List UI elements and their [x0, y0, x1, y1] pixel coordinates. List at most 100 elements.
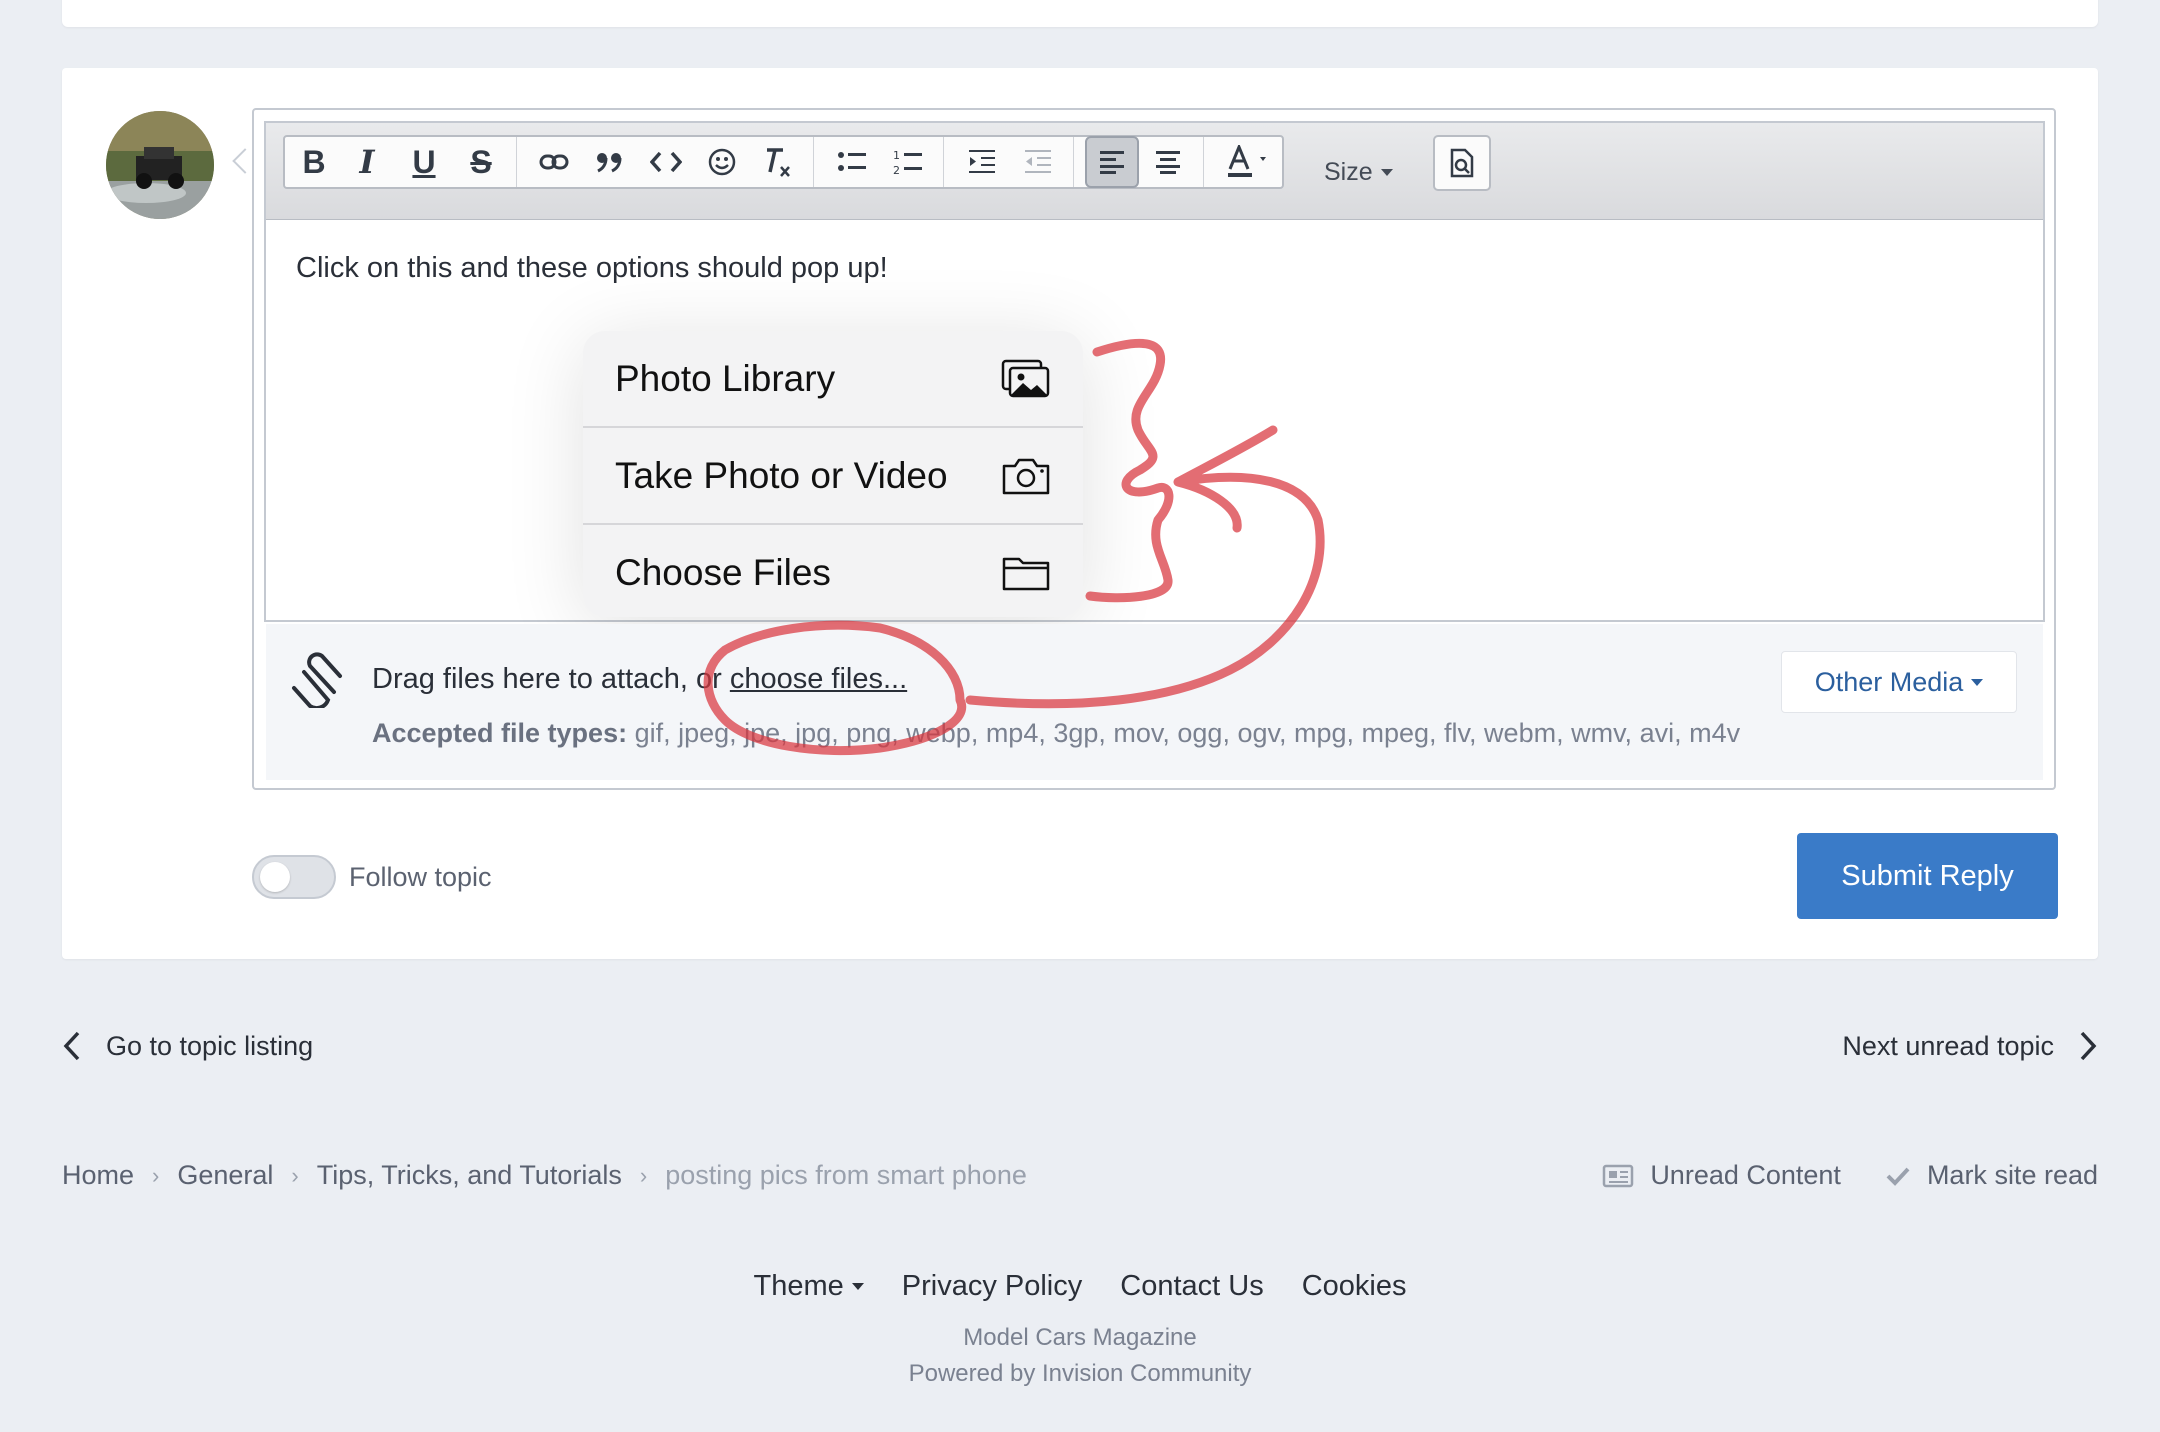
- toolbar-divider: [1073, 137, 1074, 187]
- breadcrumb-general[interactable]: General: [177, 1160, 273, 1191]
- theme-label: Theme: [753, 1270, 844, 1302]
- next-label: Next unread topic: [1842, 1030, 2054, 1061]
- prev-label: Go to topic listing: [106, 1030, 314, 1061]
- choose-files-link[interactable]: choose files...: [730, 663, 907, 695]
- go-to-topic-listing-link[interactable]: Go to topic listing: [62, 1030, 313, 1062]
- indent-button[interactable]: [958, 137, 1006, 187]
- previous-post-card: [62, 0, 2098, 27]
- unread-content-label: Unread Content: [1650, 1160, 1841, 1190]
- numbered-list-icon: 12: [893, 149, 922, 177]
- code-button[interactable]: [642, 137, 690, 187]
- toolbar-divider: [1203, 137, 1204, 187]
- chevron-down-icon: [1380, 168, 1393, 176]
- popup-item-choose-files[interactable]: Choose Files: [583, 523, 1083, 617]
- bulleted-list-icon: [838, 152, 866, 171]
- align-center-icon: [1156, 151, 1180, 174]
- bold-icon: B: [302, 143, 326, 180]
- unread-content-link[interactable]: Unread Content: [1602, 1160, 1841, 1191]
- quote-icon: [597, 153, 622, 173]
- theme-dropdown[interactable]: Theme: [754, 1270, 864, 1303]
- remove-format-icon: [767, 148, 790, 177]
- caret-down-icon: [851, 1283, 864, 1290]
- popup-item-label: Take Photo or Video: [615, 454, 948, 496]
- strikethrough-icon: S: [470, 143, 492, 180]
- other-media-button[interactable]: Other Media: [1781, 651, 2017, 713]
- follow-topic-toggle[interactable]: [252, 855, 336, 899]
- mark-site-read-link[interactable]: Mark site read: [1885, 1160, 2098, 1191]
- align-left-button[interactable]: [1085, 136, 1139, 188]
- numbered-list-button[interactable]: 12: [884, 137, 932, 187]
- chevron-right-icon: [2080, 1031, 2097, 1061]
- breadcrumb: Home › General › Tips, Tricks, and Tutor…: [62, 1160, 1027, 1191]
- outdent-button[interactable]: [1014, 137, 1062, 187]
- site-name: Model Cars Magazine: [963, 1324, 1197, 1351]
- follow-topic-label: Follow topic: [349, 862, 492, 892]
- toolbar-divider: [813, 137, 814, 187]
- text-color-icon: [1228, 145, 1266, 177]
- attach-drag-text: Drag files here to attach, or: [372, 663, 730, 695]
- link-icon: [539, 154, 569, 170]
- other-media-label: Other Media: [1814, 666, 1964, 697]
- chevron-right-icon: ›: [639, 1162, 648, 1188]
- chevron-right-icon: ›: [291, 1162, 299, 1188]
- chevron-right-icon: ›: [152, 1162, 160, 1188]
- emoji-button[interactable]: [698, 137, 746, 187]
- caret-down-icon: [1971, 678, 1984, 686]
- bulleted-list-button[interactable]: [828, 137, 876, 187]
- accepted-file-types: Accepted file types: gif, jpeg, jpe, jpg…: [372, 718, 1740, 749]
- outdent-icon: [1025, 150, 1051, 173]
- bold-button[interactable]: B: [290, 137, 338, 187]
- privacy-policy-link[interactable]: Privacy Policy: [902, 1270, 1083, 1303]
- submit-reply-button[interactable]: Submit Reply: [1797, 833, 2058, 919]
- next-unread-topic-link[interactable]: Next unread topic: [1842, 1030, 2098, 1062]
- popup-item-label: Choose Files: [615, 551, 831, 593]
- text-color-button[interactable]: [1218, 137, 1278, 187]
- align-center-button[interactable]: [1144, 137, 1192, 187]
- powered-by-label: Powered by Invision Community: [908, 1360, 1252, 1387]
- font-size-dropdown[interactable]: Size: [1324, 152, 1393, 192]
- camera-icon: [1002, 458, 1050, 494]
- underline-icon: U: [412, 143, 436, 180]
- popup-item-label: Photo Library: [615, 357, 836, 399]
- accepted-types: gif, jpeg, jpe, jpg, png, webp, mp4, 3gp…: [627, 718, 1741, 748]
- code-icon: [650, 151, 682, 173]
- preview-button[interactable]: [1433, 135, 1491, 191]
- popup-item-photo-library[interactable]: Photo Library: [583, 331, 1083, 426]
- file-source-popup: Photo Library Take Photo or Video Choose…: [583, 331, 1083, 617]
- popup-item-take-photo[interactable]: Take Photo or Video: [583, 426, 1083, 523]
- quote-button[interactable]: [586, 137, 634, 187]
- toolbar-divider: [943, 137, 944, 187]
- powered-by[interactable]: Powered by Invision Community: [0, 1360, 2160, 1388]
- font-size-label: Size: [1324, 157, 1373, 186]
- link-button[interactable]: [530, 137, 578, 187]
- accepted-label: Accepted file types:: [372, 718, 628, 748]
- user-avatar[interactable]: [106, 111, 214, 219]
- underline-button[interactable]: U: [400, 137, 448, 187]
- newspaper-icon: [1603, 1164, 1634, 1187]
- attach-instructions: Drag files here to attach, or choose fil…: [372, 663, 907, 696]
- editor-content: Click on this and these options should p…: [296, 252, 888, 284]
- checkmark-icon: [1886, 1167, 1910, 1186]
- preview-icon: [1450, 148, 1474, 178]
- quick-links: Unread Content Mark site read: [1602, 1160, 2098, 1191]
- strikethrough-button[interactable]: S: [457, 137, 505, 187]
- footer-links: Theme Privacy Policy Contact Us Cookies: [0, 1270, 2160, 1303]
- emoji-icon: [708, 148, 736, 176]
- contact-us-link[interactable]: Contact Us: [1120, 1270, 1263, 1303]
- breadcrumb-tips[interactable]: Tips, Tricks, and Tutorials: [317, 1160, 622, 1191]
- align-left-icon: [1100, 151, 1124, 174]
- toggle-knob: [260, 862, 290, 892]
- chevron-left-icon: [63, 1031, 80, 1061]
- breadcrumb-current: posting pics from smart phone: [665, 1160, 1027, 1190]
- italic-icon: I: [359, 143, 375, 181]
- cookies-link[interactable]: Cookies: [1302, 1270, 1407, 1303]
- photo-library-icon: [1001, 359, 1050, 397]
- italic-button[interactable]: I: [343, 137, 391, 187]
- indent-icon: [969, 150, 995, 173]
- folder-icon: [1002, 557, 1050, 590]
- remove-format-button[interactable]: [754, 137, 802, 187]
- attachment-dropzone[interactable]: [266, 624, 2043, 780]
- svg-text:2: 2: [893, 164, 900, 177]
- breadcrumb-home[interactable]: Home: [62, 1160, 134, 1191]
- paperclip-icon: [292, 652, 342, 708]
